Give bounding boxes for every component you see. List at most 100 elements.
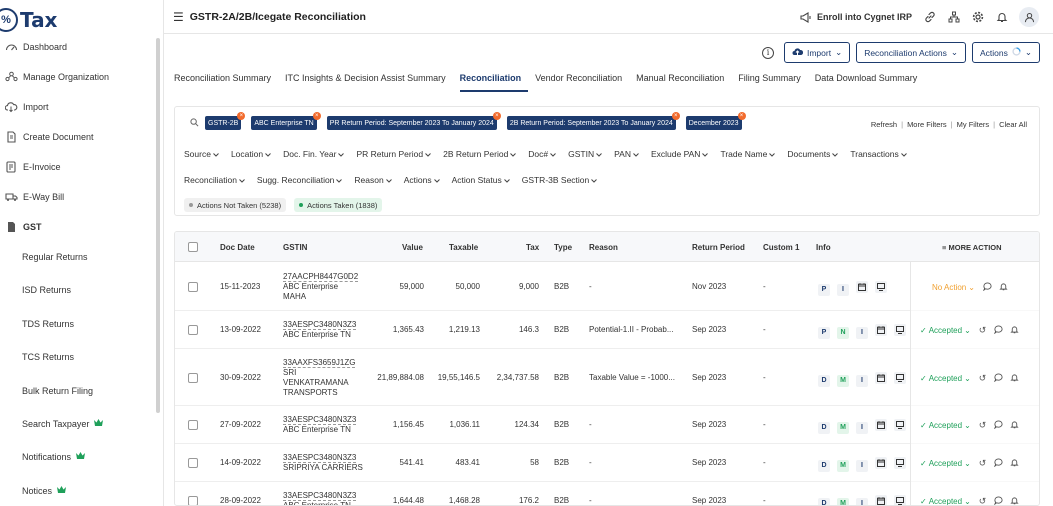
screen-icon[interactable] [894,457,906,469]
undo-icon[interactable]: ↺ [979,496,987,505]
filter-dropdown-action-status[interactable]: Action Status [452,175,510,185]
row-checkbox[interactable] [188,325,198,335]
bell-icon[interactable] [1010,458,1019,469]
info-badge-n[interactable]: N [837,326,849,339]
comment-icon[interactable] [994,373,1003,384]
sidebar-subitem-notifications[interactable]: Notifications [0,445,155,469]
header-reason[interactable]: Reason [589,243,618,252]
header-tax[interactable]: Tax [526,243,539,252]
action-status-dropdown[interactable]: No Action ⌄ [932,282,1008,293]
bell-icon[interactable] [1010,373,1019,384]
info-icon[interactable]: i [761,46,774,59]
comment-icon[interactable] [994,325,1003,336]
filter-chip[interactable]: ABC Enterprise TN × [251,112,321,130]
sidebar-subitem-search-taxpayer[interactable]: Search Taxpayer [0,412,155,436]
tab-data-download-summary[interactable]: Data Download Summary [815,72,925,92]
action-status-dropdown[interactable]: ✓ Accepted ⌄ ↺ [920,420,1019,431]
sidebar-item-e-invoice[interactable]: E-Invoice [0,155,155,179]
filter-dropdown-transactions[interactable]: Transactions [850,149,907,159]
action-filter-chip[interactable]: Actions Not Taken (5238) [184,198,287,212]
tab-filing-summary[interactable]: Filing Summary [738,72,808,92]
tab-vendor-reconciliation[interactable]: Vendor Reconciliation [535,72,629,92]
filter-dropdown-actions[interactable]: Actions [404,175,440,185]
sidebar-subitem-tcs-returns[interactable]: TCS Returns [0,345,155,369]
info-badge-i[interactable]: I [856,459,868,472]
info-badge-d[interactable]: D [818,421,830,434]
filter-chip[interactable]: December 2023 × [685,112,746,130]
comment-icon[interactable] [994,496,1003,505]
screen-icon[interactable] [894,372,906,384]
comment-icon[interactable] [982,282,992,293]
action-filter-chip[interactable]: Actions Taken (1838) [294,198,383,212]
row-checkbox[interactable] [188,420,198,430]
filter-dropdown-gstr-3b-section[interactable]: GSTR-3B Section [522,175,598,185]
info-badge-p[interactable]: P [818,283,830,296]
info-badge-p[interactable]: P [818,326,830,339]
filter-dropdown-reason[interactable]: Reason [354,175,392,185]
screen-icon[interactable] [894,419,906,431]
sidebar-subitem-notices[interactable]: Notices [0,479,155,503]
undo-icon[interactable]: ↺ [979,325,987,336]
cell-gstin[interactable]: 27AACPH8447G0D2 [283,272,359,282]
cell-gstin[interactable]: 33AESPC3480N3Z3 [283,320,357,330]
logo[interactable]: % Tax [0,6,57,34]
action-status-dropdown[interactable]: ✓ Accepted ⌄ ↺ [920,496,1019,505]
filter-link-more-filters[interactable]: More Filters [907,120,947,129]
filter-chip[interactable]: 2B Return Period: September 2023 To Janu… [506,112,680,130]
sidebar-item-e-way-bill[interactable]: E-Way Bill [0,185,155,209]
calendar-icon[interactable] [875,495,887,505]
header-return-period[interactable]: Return Period [692,243,745,252]
filter-dropdown-reconciliation[interactable]: Reconciliation [184,175,245,185]
cell-gstin[interactable]: 33AESPC3480N3Z3 [283,491,357,501]
filter-dropdown-pr-return-period[interactable]: PR Return Period [356,149,431,159]
filter-chip[interactable]: GSTR-2B × [205,112,246,130]
actions-button[interactable]: Actions ⌄ [972,42,1040,63]
filter-dropdown-trade-name[interactable]: Trade Name [720,149,776,159]
filter-chip[interactable]: PR Return Period: September 2023 To Janu… [326,112,501,130]
sidebar-subitem-regular-returns[interactable]: Regular Returns [0,245,155,269]
header-doc-date[interactable]: Doc Date [220,243,255,252]
info-badge-i[interactable]: I [856,421,868,434]
user-avatar-icon[interactable] [1019,7,1039,27]
tab-manual-reconciliation[interactable]: Manual Reconciliation [636,72,731,92]
import-button[interactable]: Import ⌄ [783,42,851,63]
close-icon[interactable]: × [312,112,321,120]
sidebar-item-import[interactable]: Import [0,95,155,119]
filter-link-refresh[interactable]: Refresh [871,120,897,129]
sidebar-item-create-document[interactable]: Create Document [0,125,155,149]
filter-dropdown-sugg-reconciliation[interactable]: Sugg. Reconciliation [257,175,343,185]
link-icon[interactable] [923,11,936,24]
undo-icon[interactable]: ↺ [979,420,987,431]
filter-dropdown-location[interactable]: Location [231,149,271,159]
cell-gstin[interactable]: 33AESPC3480N3Z3 [283,453,357,463]
comment-icon[interactable] [994,458,1003,469]
header-custom1[interactable]: Custom 1 [763,243,799,252]
bell-icon[interactable] [1010,420,1019,431]
tab-reconciliation-summary[interactable]: Reconciliation Summary [174,72,278,92]
calendar-icon[interactable] [875,324,887,336]
action-status-dropdown[interactable]: ✓ Accepted ⌄ ↺ [920,325,1019,336]
action-status-dropdown[interactable]: ✓ Accepted ⌄ ↺ [920,458,1019,469]
info-badge-m[interactable]: M [837,497,849,505]
screen-icon[interactable] [875,281,887,293]
close-icon[interactable]: × [492,112,501,120]
info-badge-i[interactable]: I [856,374,868,387]
calendar-icon[interactable] [875,457,887,469]
sidebar-subitem-tds-returns[interactable]: TDS Returns [0,312,155,336]
comment-icon[interactable] [994,420,1003,431]
sidebar-item-dashboard[interactable]: Dashboard [0,35,155,59]
tab-reconciliation[interactable]: Reconciliation [459,72,529,92]
sidebar-scrollbar[interactable] [156,38,160,413]
sidebar-subitem-bulk-return-filing[interactable]: Bulk Return Filing [0,379,155,403]
filter-dropdown-source[interactable]: Source [184,149,219,159]
calendar-icon[interactable] [875,372,887,384]
sidebar-subitem-isd-returns[interactable]: ISD Returns [0,278,155,302]
info-badge-d[interactable]: D [818,497,830,505]
bell-icon[interactable] [995,11,1008,24]
info-badge-i[interactable]: I [856,326,868,339]
header-gstin[interactable]: GSTIN [283,243,307,252]
bell-icon[interactable] [1010,496,1019,505]
reconciliation-actions-button[interactable]: Reconciliation Actions ⌄ [856,42,966,63]
cell-gstin[interactable]: 33AESPC3480N3Z3 [283,415,357,425]
close-icon[interactable]: × [237,112,246,120]
